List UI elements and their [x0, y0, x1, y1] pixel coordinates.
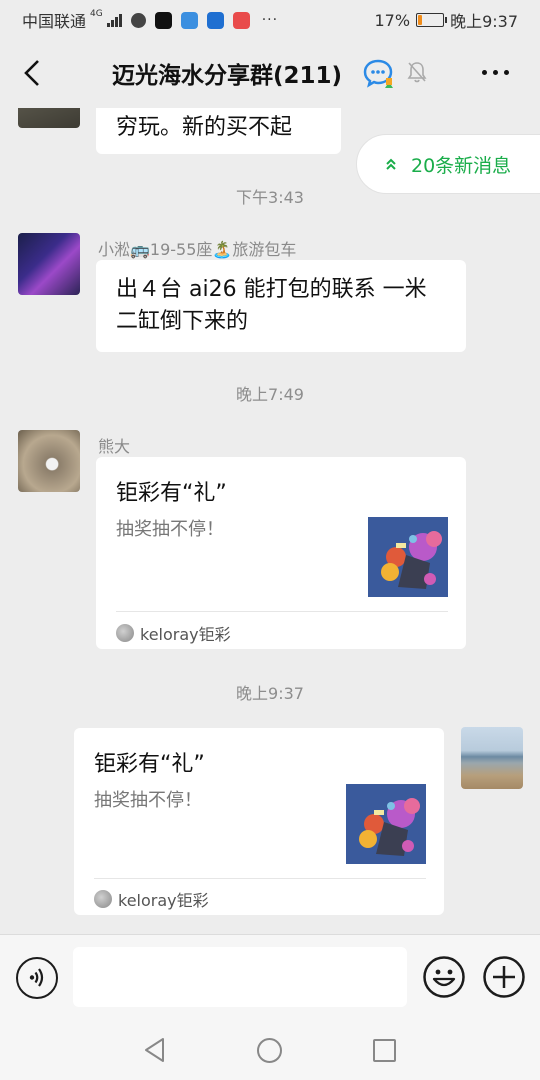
app-icon-cloud	[180, 11, 198, 29]
more-notifications-icon: ···	[261, 12, 279, 28]
message-list[interactable]: 穷玩。新的买不起 20条新消息 下午3:43 小淞🚌19-55座🏝️旅游包车 出…	[0, 108, 540, 934]
card-source-label: keloray钜彩	[140, 625, 231, 644]
card-thumbnail	[368, 517, 448, 597]
app-icon-camera	[130, 12, 146, 28]
app-icon-red	[232, 11, 250, 29]
signal-icon	[106, 13, 122, 27]
nav-home-icon[interactable]	[257, 1038, 282, 1063]
card-title: 钜彩有“礼”	[94, 752, 205, 777]
chat-title: 迈光海水分享群(211)	[112, 63, 343, 89]
card-description: 抽奖抽不停！	[116, 519, 224, 540]
chat-header: 迈光海水分享群(211)	[0, 36, 540, 108]
sender-name: 熊大	[98, 437, 131, 456]
new-messages-label: 20条新消息	[411, 154, 512, 177]
plus-icon[interactable]	[482, 955, 526, 999]
app-icon-shield	[206, 11, 224, 29]
timestamp: 晚上9:37	[236, 684, 304, 703]
double-chevron-up-icon	[386, 158, 396, 170]
status-bar: 中国联通 4G ··· 17% 晚上9:37	[0, 0, 540, 36]
battery-icon	[416, 13, 448, 27]
sender-name: 小淞🚌19-55座🏝️旅游包车	[98, 240, 297, 259]
link-card[interactable]: 钜彩有“礼” 抽奖抽不停！ keloray钜彩	[74, 728, 444, 915]
network-type: 4G	[90, 9, 103, 19]
battery-percent: 17%	[374, 10, 411, 30]
clock: 晚上9:37	[450, 12, 518, 31]
source-logo-icon	[94, 890, 112, 908]
mute-bell-icon	[407, 62, 427, 83]
card-source-label: keloray钜彩	[118, 891, 209, 910]
voice-icon[interactable]	[16, 957, 58, 999]
emoji-icon[interactable]	[422, 955, 466, 999]
input-bar	[0, 934, 540, 1018]
message-input[interactable]	[73, 947, 407, 1007]
message-bubble[interactable]: 出４台 ai26 能打包的联系 一米二缸倒下来的	[96, 260, 466, 352]
my-avatar[interactable]	[461, 727, 523, 789]
timestamp: 下午3:43	[236, 188, 304, 207]
card-divider	[94, 878, 426, 879]
carrier-label: 中国联通	[22, 12, 87, 31]
app-icon-tiktok	[154, 11, 172, 29]
message-text: 出４台 ai26 能打包的联系 一米二缸倒下来的	[116, 277, 427, 334]
card-divider	[116, 611, 448, 612]
back-arrow-icon[interactable]	[20, 58, 46, 88]
message-bubble[interactable]: 穷玩。新的买不起	[96, 108, 341, 154]
group-chat-icon[interactable]	[362, 58, 396, 88]
timestamp: 晚上7:49	[236, 385, 304, 404]
nav-back-icon[interactable]	[143, 1037, 167, 1063]
link-card[interactable]: 钜彩有“礼” 抽奖抽不停！ keloray钜彩	[96, 457, 466, 649]
system-nav-bar	[0, 1018, 540, 1080]
more-icon[interactable]	[482, 70, 509, 75]
card-source: keloray钜彩	[94, 887, 209, 911]
nav-recent-icon[interactable]	[373, 1039, 396, 1062]
source-logo-icon	[116, 624, 134, 642]
avatar[interactable]	[18, 430, 80, 492]
card-title: 钜彩有“礼”	[116, 481, 227, 506]
avatar[interactable]	[18, 233, 80, 295]
message-text: 穷玩。新的买不起	[116, 115, 293, 140]
card-description: 抽奖抽不停！	[94, 790, 202, 811]
avatar[interactable]	[18, 108, 80, 128]
card-source: keloray钜彩	[116, 621, 231, 645]
card-thumbnail	[346, 784, 426, 864]
